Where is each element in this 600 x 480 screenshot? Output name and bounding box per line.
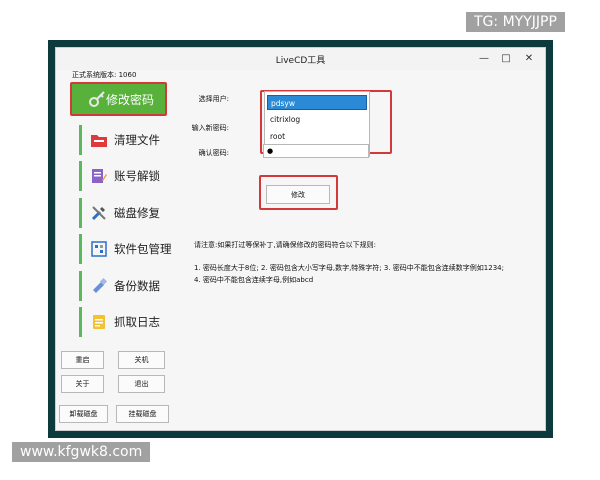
top-watermark: TG: MYYJJPP — [466, 12, 565, 32]
sidebar-item-unlock-account[interactable]: 账号解锁 — [90, 159, 160, 193]
sidebar-item-backup-data[interactable]: 备份数据 — [90, 269, 160, 303]
user-option[interactable]: root — [267, 129, 367, 144]
sidebar-item-package-manager[interactable]: 软件包管理 — [90, 232, 172, 266]
key-icon — [88, 90, 106, 108]
sidebar-item-label: 磁盘修复 — [114, 206, 160, 220]
title-bar: LiveCD工具 — □ ✕ — [56, 48, 545, 70]
minimize-button[interactable]: — — [477, 53, 491, 64]
app-window: LiveCD工具 — □ ✕ 正式系统版本: 1060 修改密码 清理文件 账号… — [55, 47, 546, 431]
confirm-password-input[interactable]: ● — [263, 144, 369, 158]
restart-button[interactable]: 重启 — [61, 351, 104, 369]
sidebar-item-label: 修改密码 — [106, 92, 155, 107]
sidebar-item-change-password[interactable]: 修改密码 — [70, 82, 167, 116]
edit-icon — [90, 167, 108, 185]
bottom-watermark: www.kfgwk8.com — [12, 442, 151, 462]
close-button[interactable]: ✕ — [522, 53, 536, 64]
shutdown-button[interactable]: 关机 — [118, 351, 165, 369]
sidebar-item-clean-files[interactable]: 清理文件 — [90, 123, 160, 157]
mount-disk-button[interactable]: 挂载磁盘 — [116, 405, 169, 423]
package-icon — [90, 240, 108, 258]
sidebar-item-label: 账号解锁 — [114, 169, 160, 183]
unmount-disk-button[interactable]: 卸载磁盘 — [59, 405, 108, 423]
sidebar-accent — [79, 125, 82, 155]
maximize-button[interactable]: □ — [499, 53, 513, 64]
window-title: LiveCD工具 — [275, 56, 326, 66]
exit-button[interactable]: 退出 — [118, 375, 165, 393]
sidebar-accent — [79, 271, 82, 301]
notice-line: 请注意:如果打过等保补丁,请确保修改的密码符合以下规则: — [194, 241, 376, 249]
sidebar-item-label: 清理文件 — [114, 133, 160, 147]
new-password-label: 输入新密码: — [191, 124, 229, 132]
sidebar-item-label: 备份数据 — [114, 279, 160, 293]
wrench-icon — [90, 204, 108, 222]
sidebar-item-label: 软件包管理 — [114, 242, 172, 256]
sidebar-item-label: 抓取日志 — [114, 315, 160, 329]
sidebar-item-disk-repair[interactable]: 磁盘修复 — [90, 196, 160, 230]
folder-icon — [90, 131, 108, 149]
about-button[interactable]: 关于 — [61, 375, 104, 393]
confirm-password-label: 确认密码: — [198, 149, 229, 157]
user-option-selected[interactable]: pdsyw — [267, 95, 367, 110]
modify-button[interactable]: 修改 — [266, 185, 330, 204]
sidebar-accent — [79, 234, 82, 264]
sidebar-item-fetch-logs[interactable]: 抓取日志 — [90, 305, 160, 339]
log-icon — [90, 313, 108, 331]
sidebar-accent — [79, 161, 82, 191]
sidebar-accent — [79, 198, 82, 228]
select-user-label: 选择用户: — [198, 95, 229, 103]
rule-line: 4. 密码中不能包含连续字母,例如abcd — [194, 276, 314, 284]
usb-icon — [90, 277, 108, 295]
rule-line: 1. 密码长度大于8位; 2. 密码包含大小写字母,数字,特殊字符; 3. 密码… — [194, 264, 504, 272]
version-label: 正式系统版本: 1060 — [72, 71, 137, 79]
user-option[interactable]: citrixlog — [267, 112, 367, 127]
sidebar-accent — [79, 307, 82, 337]
